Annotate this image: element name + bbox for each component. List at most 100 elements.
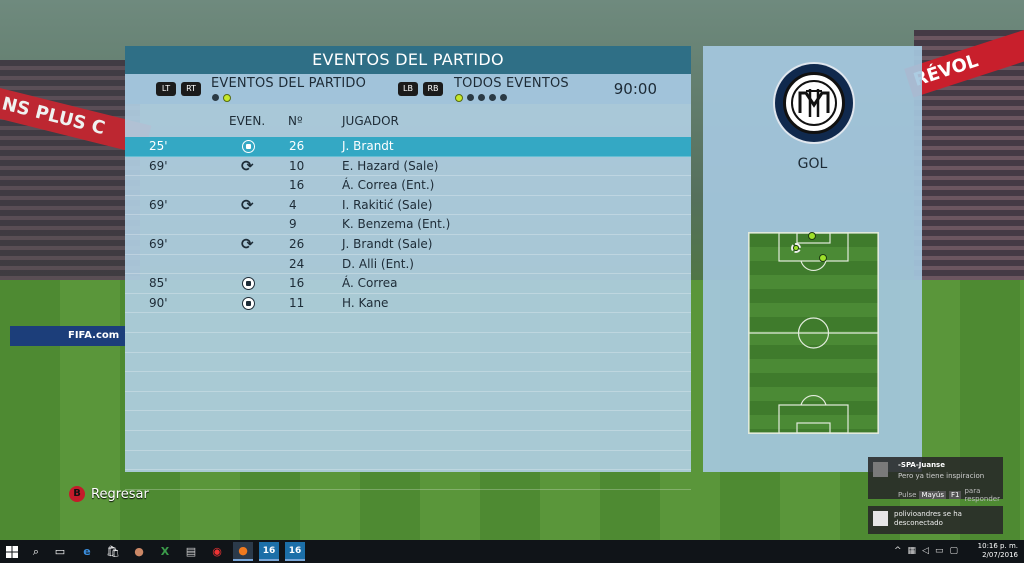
player-marker [819, 254, 827, 262]
event-row[interactable]: 69' ⟳ 10 E. Hazard (Sale) [125, 157, 691, 177]
player-number: 24 [289, 256, 305, 271]
reply-hint-prefix: Pulse [898, 491, 917, 499]
empty-row [125, 392, 691, 412]
player-number: 16 [289, 178, 305, 193]
edge-browser-icon[interactable]: e [77, 542, 97, 561]
rt-button[interactable]: RT [181, 82, 201, 96]
search-icon[interactable]: ⌕ [26, 542, 46, 561]
chrome-icon[interactable]: ◉ [207, 542, 227, 561]
battery-icon[interactable]: ▭ [935, 546, 944, 556]
ball-icon [242, 140, 255, 153]
status-notification[interactable]: polivioandres se ha desconectado [868, 506, 1003, 534]
player-name: D. Alli (Ent.) [342, 256, 414, 271]
event-minute: 69' [149, 158, 168, 173]
pitch-lines [748, 232, 879, 434]
crest-emblem [783, 72, 845, 134]
reply-key-f1: F1 [949, 491, 962, 499]
player-name: I. Rakitić (Sale) [342, 197, 433, 212]
ball-icon [241, 139, 255, 153]
lb-button[interactable]: LB [398, 82, 418, 96]
player-number: 26 [289, 139, 305, 153]
event-minute: 69' [149, 197, 168, 212]
team-crest [775, 64, 853, 142]
stadium-stand-right: RÉVOL [904, 30, 1024, 300]
filter-events-label[interactable]: EVENTOS DEL PARTIDO [211, 76, 366, 91]
event-minute: 85' [149, 276, 168, 291]
match-events-panel: EVENTOS DEL PARTIDO LT RT EVENTOS DEL PA… [125, 46, 691, 490]
event-row[interactable]: 24 D. Alli (Ent.) [125, 255, 691, 275]
people-icon[interactable]: ● [129, 542, 149, 561]
event-row[interactable]: 25' 26 J. Brandt [125, 137, 691, 157]
substitution-icon: ⟳ [241, 195, 254, 214]
network-icon[interactable]: ▦ [908, 546, 917, 556]
player-number: 26 [289, 236, 305, 251]
event-row[interactable]: 90' 11 H. Kane [125, 294, 691, 314]
fifa16-app-icon[interactable]: 16 [285, 542, 305, 561]
ball-icon [241, 296, 255, 310]
player-name: J. Brandt [342, 139, 394, 153]
clock[interactable]: 10:16 p. m. 2/07/2016 [978, 542, 1018, 560]
column-header-player: JUGADOR [342, 114, 399, 128]
notification-message: Pero ya tiene inspiracion [898, 472, 985, 480]
event-row[interactable]: 9 K. Benzema (Ent.) [125, 215, 691, 235]
player-number: 16 [289, 276, 305, 291]
match-time: 90:00 [613, 80, 657, 98]
event-row[interactable]: 69' ⟳ 4 I. Rakitić (Sale) [125, 196, 691, 216]
rb-button[interactable]: RB [423, 82, 443, 96]
volume-icon[interactable]: ◁ [922, 546, 929, 556]
player-marker [808, 232, 816, 240]
page-dot-active [455, 94, 463, 102]
empty-row [125, 431, 691, 451]
file-explorer-icon[interactable]: ▤ [181, 542, 201, 561]
event-minute: 69' [149, 236, 168, 251]
empty-row [125, 451, 691, 471]
task-view-icon[interactable]: ▭ [50, 542, 70, 561]
page-dot-active [223, 94, 231, 102]
empty-row [125, 411, 691, 431]
back-button[interactable]: B Regresar [69, 486, 149, 502]
player-name: Á. Correa [342, 276, 398, 291]
fifa16-app-icon[interactable]: 16 [259, 542, 279, 561]
substitution-icon: ⟳ [241, 234, 254, 253]
column-header-event: EVEN. [229, 114, 266, 128]
chat-notification[interactable]: -SPA-Juanse Pero ya tiene inspiracion Pu… [868, 457, 1003, 503]
windows-taskbar: ⌕ ▭ e 🛍 ● X ▤ ◉ ● 16 16 ^ ▦ ◁ ▭ ▢ 10:16 … [0, 540, 1024, 563]
reply-hint-suffix: para responder [964, 487, 1000, 503]
page-dot [489, 94, 496, 101]
system-tray: ^ ▦ ◁ ▭ ▢ [894, 546, 958, 556]
event-type-label: GOL [797, 156, 828, 172]
events-list: 25' 26 J. Brandt 69' ⟳ 10 E. Hazard (Sale) 16 Á.… [125, 137, 691, 490]
event-row[interactable]: 16 Á. Correa (Ent.) [125, 176, 691, 196]
notification-message: polivioandres se ha desconectado [894, 510, 962, 527]
player-name: K. Benzema (Ent.) [342, 217, 451, 232]
column-headers: EVEN. Nº JUGADOR [125, 106, 691, 134]
start-button[interactable] [2, 542, 22, 561]
empty-row [125, 313, 691, 333]
player-number: 10 [289, 158, 305, 173]
avatar [873, 462, 888, 477]
clock-date: 2/07/2016 [982, 551, 1018, 559]
event-row[interactable]: 85' 16 Á. Correa [125, 274, 691, 294]
excel-icon[interactable]: X [155, 542, 175, 561]
empty-row [125, 372, 691, 392]
player-number: 9 [289, 217, 297, 232]
page-dot [467, 94, 474, 101]
reply-key-shift: Mayús [919, 491, 946, 499]
lt-button[interactable]: LT [156, 82, 176, 96]
b-button-icon: B [69, 486, 85, 502]
event-minute: 25' [149, 139, 168, 153]
reply-hint: Pulse Mayús F1 para responder [898, 487, 1003, 503]
empty-row [125, 333, 691, 353]
event-minute: 90' [149, 295, 168, 310]
event-row[interactable]: 69' ⟳ 26 J. Brandt (Sale) [125, 235, 691, 255]
windows-logo-icon [6, 545, 18, 558]
player-marker [793, 245, 799, 251]
column-header-number: Nº [288, 114, 303, 128]
avatar [873, 511, 888, 526]
player-name: J. Brandt (Sale) [342, 236, 433, 251]
store-icon[interactable]: 🛍 [103, 542, 123, 561]
message-icon[interactable]: ▢ [949, 546, 958, 556]
chevron-up-icon[interactable]: ^ [894, 546, 902, 556]
filter-all-events-label[interactable]: TODOS EVENTOS [454, 76, 569, 91]
origin-icon[interactable]: ● [233, 542, 253, 561]
